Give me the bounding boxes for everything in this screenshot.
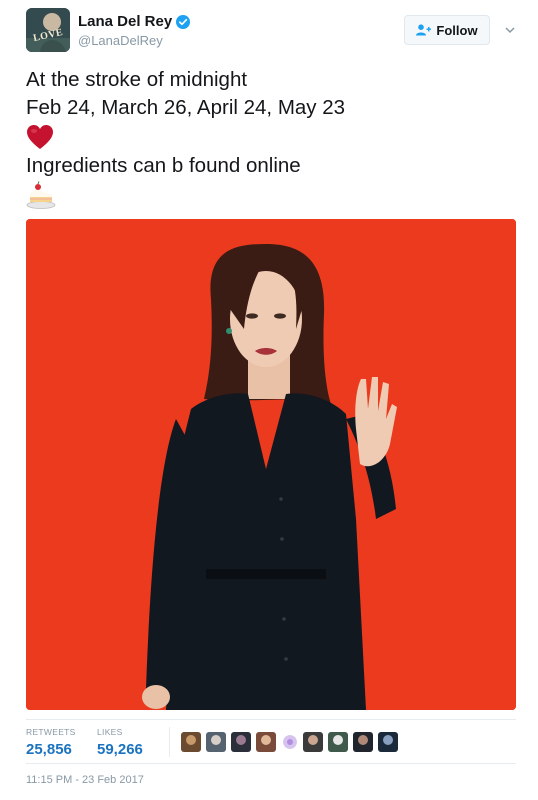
liker-avatars bbox=[181, 732, 403, 752]
liker-avatar[interactable] bbox=[353, 732, 373, 752]
cake-emoji-line bbox=[26, 180, 516, 210]
tweet-text: At the stroke of midnight Feb 24, March … bbox=[26, 66, 516, 210]
retweets-stat[interactable]: RETWEETS 25,856 bbox=[26, 727, 76, 758]
red-heart-icon bbox=[27, 125, 53, 149]
avatar[interactable]: LOVE bbox=[26, 8, 70, 52]
chevron-down-icon bbox=[505, 26, 515, 33]
divider bbox=[26, 719, 516, 720]
user-handle[interactable]: @LanaDelRey bbox=[78, 33, 163, 48]
retweets-count: 25,856 bbox=[26, 741, 72, 758]
liker-avatar[interactable] bbox=[328, 732, 348, 752]
likes-stat[interactable]: LIKES 59,266 bbox=[97, 727, 143, 758]
stats-separator bbox=[169, 727, 170, 757]
tweet-line: At the stroke of midnight bbox=[26, 68, 248, 91]
tweet-header: LOVE Lana Del Rey @LanaDelRey Follow bbox=[26, 8, 522, 52]
verified-badge-icon bbox=[176, 14, 191, 29]
follow-button[interactable]: Follow bbox=[404, 15, 490, 45]
liker-avatar[interactable] bbox=[303, 732, 323, 752]
likes-count: 59,266 bbox=[97, 741, 143, 758]
follow-button-label: Follow bbox=[436, 22, 478, 38]
liker-avatar[interactable] bbox=[283, 735, 297, 749]
more-options-button[interactable] bbox=[500, 20, 520, 40]
liker-avatar[interactable] bbox=[181, 732, 201, 752]
add-user-icon bbox=[416, 24, 432, 36]
photo-illustration bbox=[26, 219, 516, 710]
divider bbox=[26, 763, 516, 764]
tweet-media-photo[interactable] bbox=[26, 219, 516, 710]
liker-avatar[interactable] bbox=[206, 732, 226, 752]
liker-avatar[interactable] bbox=[378, 732, 398, 752]
name-row: Lana Del Rey bbox=[78, 13, 191, 30]
tweet-line: Feb 24, March 26, April 24, May 23 bbox=[26, 96, 346, 119]
liker-avatar[interactable] bbox=[231, 732, 251, 752]
display-name[interactable]: Lana Del Rey bbox=[78, 13, 172, 30]
heart-emoji-line bbox=[26, 122, 516, 152]
cake-slice-icon bbox=[26, 181, 56, 209]
tweet-timestamp[interactable]: 11:15 PM - 23 Feb 2017 bbox=[26, 774, 144, 786]
tweet-line: Ingredients can b found online bbox=[26, 154, 301, 177]
tweet-stats: RETWEETS 25,856 LIKES 59,266 bbox=[26, 727, 516, 758]
liker-avatar[interactable] bbox=[256, 732, 276, 752]
likes-label: LIKES bbox=[97, 727, 123, 737]
retweets-label: RETWEETS bbox=[26, 727, 76, 737]
